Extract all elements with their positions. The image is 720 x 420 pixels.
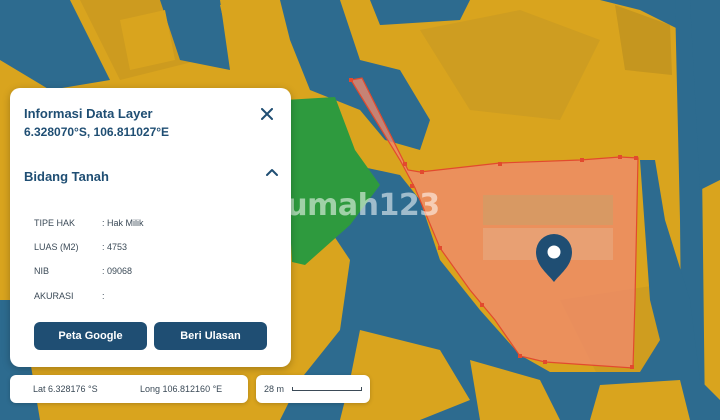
vertex-marker — [518, 354, 522, 358]
attribute-value: : — [102, 291, 105, 301]
vertex-marker — [438, 246, 442, 250]
vertex-marker — [349, 78, 353, 82]
chevron-up-icon[interactable] — [264, 164, 280, 180]
panel-coordinates: 6.328070°S, 106.811027°E — [24, 125, 170, 139]
scale-line — [292, 387, 362, 391]
attribute-value: : Hak Milik — [102, 218, 144, 228]
attribute-label: LUAS (M2) — [34, 242, 79, 252]
section-title: Bidang Tanah — [24, 169, 109, 184]
parcel-building — [483, 195, 613, 225]
close-icon — [261, 108, 273, 120]
panel-title: Informasi Data Layer — [24, 106, 153, 121]
vertex-marker — [498, 162, 502, 166]
land-block — [590, 380, 690, 420]
attribute-value: : 09068 — [102, 266, 133, 276]
review-button[interactable]: Beri Ulasan — [154, 322, 267, 350]
attribute-label: AKURASI — [34, 291, 74, 301]
google-map-button[interactable]: Peta Google — [34, 322, 147, 350]
vertex-marker — [580, 158, 584, 162]
longitude-readout: Long 106.812160 °E — [140, 384, 223, 394]
vertex-marker — [634, 156, 638, 160]
info-panel: Informasi Data Layer 6.328070°S, 106.811… — [10, 88, 291, 367]
vertex-marker — [630, 365, 634, 369]
map-view[interactable]: rumah123 Informasi Data Layer 6.328070°S… — [0, 0, 720, 420]
close-button[interactable] — [258, 105, 276, 123]
vertex-marker — [403, 162, 407, 166]
watermark: rumah123 — [272, 188, 440, 223]
latitude-readout: Lat 6.328176 °S — [33, 384, 98, 394]
vertex-marker — [420, 170, 424, 174]
pin-hole — [547, 245, 561, 259]
vertex-marker — [543, 360, 547, 364]
vertex-marker — [618, 155, 622, 159]
attribute-label: NIB — [34, 266, 50, 276]
coordinate-readout: Lat 6.328176 °S Long 106.812160 °E — [10, 375, 248, 403]
vertex-marker — [480, 303, 484, 307]
attribute-label: TIPE HAK — [34, 218, 76, 228]
scale-bar: 28 m — [256, 375, 370, 403]
scale-label: 28 m — [264, 384, 285, 394]
land-block — [120, 10, 175, 70]
attribute-value: : 4753 — [102, 242, 128, 252]
